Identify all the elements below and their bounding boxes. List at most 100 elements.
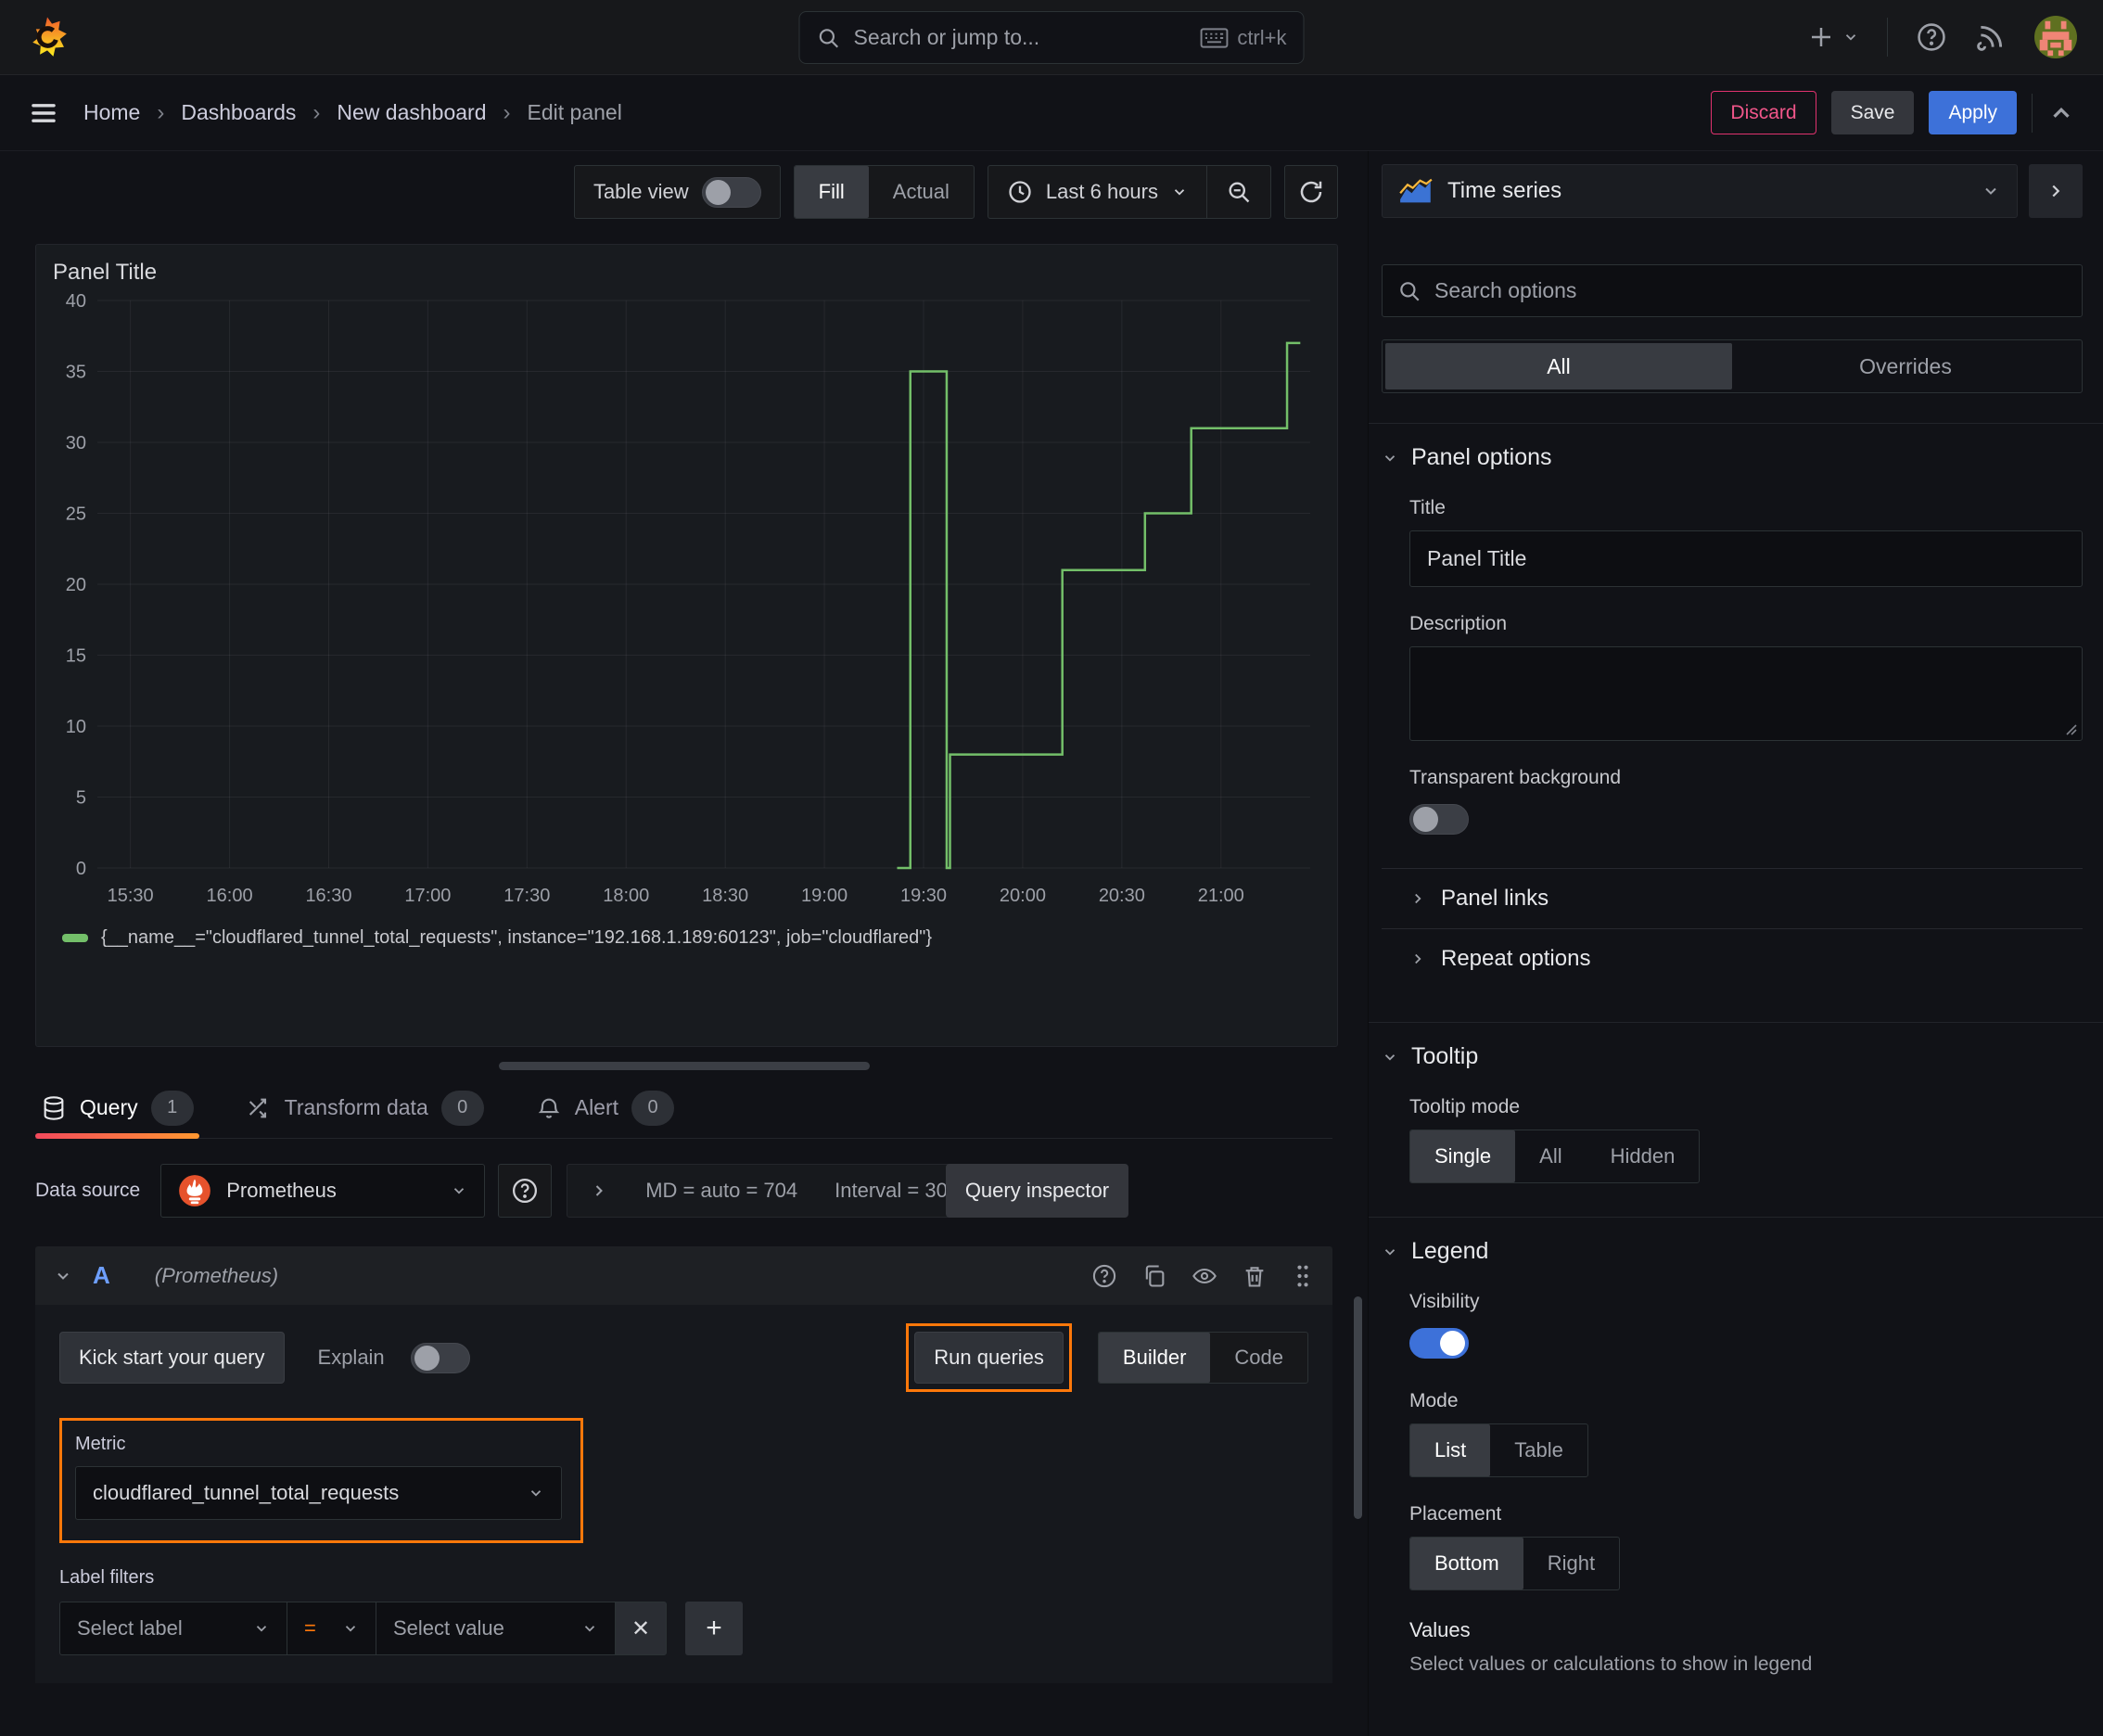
breadcrumb-edit-panel: Edit panel bbox=[527, 100, 622, 124]
zoom-out-button[interactable] bbox=[1206, 166, 1270, 218]
placement-label: Placement bbox=[1409, 1503, 1502, 1525]
discard-button[interactable]: Discard bbox=[1711, 91, 1816, 134]
eye-icon[interactable] bbox=[1192, 1263, 1217, 1289]
panel-title-input[interactable] bbox=[1409, 530, 2083, 587]
query-ref-id[interactable]: A bbox=[93, 1261, 110, 1290]
description-textarea[interactable] bbox=[1409, 646, 2083, 741]
grafana-logo-icon[interactable] bbox=[26, 16, 69, 58]
nav-divider bbox=[2032, 93, 2033, 133]
refresh-button[interactable] bbox=[1284, 165, 1338, 219]
legend-swatch bbox=[62, 934, 88, 942]
explain-toggle[interactable] bbox=[410, 1342, 470, 1373]
fill-option[interactable]: Fill bbox=[794, 166, 869, 218]
tooltip-header[interactable]: Tooltip bbox=[1382, 1043, 2083, 1070]
breadcrumb-home[interactable]: Home bbox=[83, 100, 140, 125]
panel-links-row[interactable]: Panel links bbox=[1382, 869, 2083, 928]
tab-all[interactable]: All bbox=[1385, 343, 1732, 389]
tooltip-single-option[interactable]: Single bbox=[1410, 1130, 1516, 1182]
drag-grip-icon[interactable] bbox=[1292, 1263, 1314, 1289]
transparent-background-toggle[interactable] bbox=[1409, 804, 1469, 835]
panel-title: Panel Title bbox=[53, 260, 158, 285]
tooltip-hidden-option[interactable]: Hidden bbox=[1587, 1130, 1700, 1182]
global-search-input[interactable]: Search or jump to... ctrl+k bbox=[798, 11, 1305, 64]
chevron-up-icon[interactable] bbox=[2047, 99, 2075, 127]
time-range-picker[interactable]: Last 6 hours bbox=[988, 166, 1206, 218]
breadcrumb-new-dashboard[interactable]: New dashboard bbox=[337, 100, 486, 125]
breadcrumb-separator: › bbox=[312, 99, 321, 125]
menu-icon[interactable] bbox=[28, 97, 59, 129]
pane-resize-handle[interactable] bbox=[498, 1062, 870, 1070]
legend-list-option[interactable]: List bbox=[1410, 1424, 1491, 1476]
tab-alert[interactable]: Alert 0 bbox=[530, 1078, 680, 1138]
query-header[interactable]: A (Prometheus) bbox=[35, 1246, 1332, 1305]
table-view-toggle[interactable] bbox=[701, 176, 761, 208]
svg-text:19:30: 19:30 bbox=[900, 886, 947, 906]
bell-icon bbox=[536, 1095, 562, 1121]
run-queries-button[interactable]: Run queries bbox=[914, 1332, 1064, 1384]
duplicate-icon[interactable] bbox=[1141, 1263, 1167, 1289]
save-button[interactable]: Save bbox=[1830, 91, 1915, 134]
chevron-down-icon bbox=[1982, 182, 2000, 200]
placement-bottom-option[interactable]: Bottom bbox=[1410, 1538, 1523, 1589]
visualization-picker[interactable]: Time series bbox=[1382, 164, 2018, 218]
collapse-pane-button[interactable] bbox=[2029, 164, 2083, 218]
visibility-label: Visibility bbox=[1409, 1291, 1480, 1312]
search-shortcut: ctrl+k bbox=[1237, 25, 1287, 49]
select-value-dropdown[interactable]: Select value bbox=[376, 1602, 615, 1655]
svg-text:20: 20 bbox=[66, 575, 86, 595]
chevron-down-icon bbox=[581, 1620, 598, 1637]
run-queries-annotation: Run queries bbox=[906, 1323, 1072, 1392]
legend-title: Legend bbox=[1411, 1238, 1489, 1264]
new-menu-button[interactable] bbox=[1807, 23, 1859, 51]
chevron-right-icon[interactable] bbox=[590, 1181, 608, 1200]
placement-right-option[interactable]: Right bbox=[1523, 1538, 1619, 1589]
kick-start-button[interactable]: Kick start your query bbox=[59, 1332, 285, 1384]
builder-option[interactable]: Builder bbox=[1098, 1333, 1211, 1383]
breadcrumb-dashboards[interactable]: Dashboards bbox=[181, 100, 296, 125]
select-label-dropdown[interactable]: Select label bbox=[59, 1602, 287, 1655]
query-inspector-button[interactable]: Query inspector bbox=[945, 1164, 1129, 1218]
table-view-label: Table view bbox=[593, 180, 689, 203]
news-rss-icon[interactable] bbox=[1975, 21, 2007, 53]
tab-overrides[interactable]: Overrides bbox=[1732, 343, 2079, 389]
code-option[interactable]: Code bbox=[1210, 1333, 1307, 1383]
stats-max-datapoints: MD = auto = 704 bbox=[645, 1179, 798, 1202]
legend-header[interactable]: Legend bbox=[1382, 1238, 2083, 1265]
options-search-input[interactable]: Search options bbox=[1382, 264, 2083, 317]
svg-text:15:30: 15:30 bbox=[108, 886, 154, 906]
tooltip-mode-label: Tooltip mode bbox=[1409, 1096, 1521, 1117]
help-icon[interactable] bbox=[1091, 1263, 1117, 1289]
edit-panel-main: Table view Fill Actual Last 6 hours Pane… bbox=[0, 151, 1368, 1736]
user-avatar[interactable] bbox=[2034, 16, 2077, 58]
values-helper-text: Select values or calculations to show in… bbox=[1409, 1653, 1813, 1675]
chevron-down-icon[interactable] bbox=[54, 1267, 72, 1285]
actual-option[interactable]: Actual bbox=[869, 166, 974, 218]
clock-icon bbox=[1007, 179, 1033, 205]
apply-button[interactable]: Apply bbox=[1929, 91, 2017, 134]
chart-legend[interactable]: {__name__="cloudflared_tunnel_total_requ… bbox=[62, 927, 1337, 949]
tab-query[interactable]: Query 1 bbox=[35, 1078, 199, 1139]
keyboard-icon bbox=[1200, 27, 1229, 48]
datasource-picker[interactable]: Prometheus bbox=[160, 1164, 486, 1218]
vertical-scrollbar[interactable] bbox=[1354, 1296, 1362, 1519]
panel-options-header[interactable]: Panel options bbox=[1382, 444, 2083, 471]
repeat-options-row[interactable]: Repeat options bbox=[1382, 929, 2083, 989]
operator-dropdown[interactable]: = bbox=[287, 1602, 376, 1655]
values-label: Values bbox=[1409, 1618, 1471, 1641]
metric-select[interactable]: cloudflared_tunnel_total_requests bbox=[75, 1466, 562, 1520]
add-filter-button[interactable]: + bbox=[685, 1602, 743, 1655]
legend-visibility-toggle[interactable] bbox=[1409, 1328, 1469, 1359]
metric-label: Metric bbox=[75, 1434, 126, 1454]
datasource-value: Prometheus bbox=[226, 1179, 337, 1202]
svg-text:19:00: 19:00 bbox=[801, 886, 848, 906]
trash-icon[interactable] bbox=[1242, 1263, 1268, 1289]
remove-filter-button[interactable]: ✕ bbox=[615, 1602, 667, 1655]
search-icon bbox=[1397, 279, 1421, 303]
datasource-help-button[interactable] bbox=[498, 1164, 553, 1218]
help-icon[interactable] bbox=[1916, 21, 1947, 53]
options-search-placeholder: Search options bbox=[1434, 278, 1577, 302]
tooltip-all-option[interactable]: All bbox=[1515, 1130, 1586, 1182]
legend-table-option[interactable]: Table bbox=[1490, 1424, 1587, 1476]
time-series-chart[interactable]: 0 5 10 15 20 25 30 35 40 15:30 16:00 16:30 17:00 17:3… bbox=[36, 286, 1334, 924]
tab-transform[interactable]: Transform data 0 bbox=[240, 1078, 490, 1138]
